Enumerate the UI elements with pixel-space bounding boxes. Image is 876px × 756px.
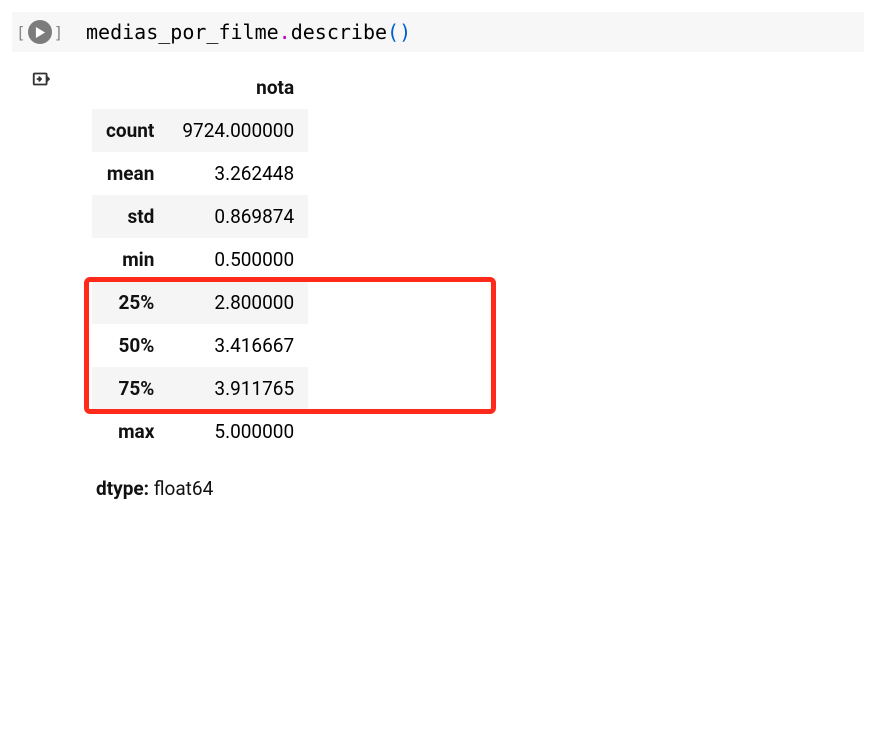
table-header-row: nota xyxy=(92,66,308,109)
row-label: count xyxy=(92,109,168,152)
notebook-cell: [ ] medias_por_filme.describe() xyxy=(12,12,864,500)
code-method: describe xyxy=(291,20,387,44)
code-identifier: medias_por_filme xyxy=(86,20,279,44)
row-value: 5.000000 xyxy=(168,410,308,453)
code-content[interactable]: medias_por_filme.describe() xyxy=(74,20,411,44)
table-row: 50% 3.416667 xyxy=(92,324,308,367)
cell-input-row: [ ] medias_por_filme.describe() xyxy=(12,12,864,52)
table-row: mean 3.262448 xyxy=(92,152,308,195)
code-dot: . xyxy=(279,20,291,44)
row-label: std xyxy=(92,195,168,238)
row-value: 3.416667 xyxy=(168,324,308,367)
dtype-value: float64 xyxy=(154,477,214,500)
bracket-open: [ xyxy=(16,23,26,42)
output-content: nota count 9724.000000 mean 3.262448 std… xyxy=(72,66,308,500)
row-label: 75% xyxy=(92,367,168,410)
row-value: 9724.000000 xyxy=(168,109,308,152)
row-value: 0.869874 xyxy=(168,195,308,238)
cell-output-area: nota count 9724.000000 mean 3.262448 std… xyxy=(12,52,864,500)
table-row: count 9724.000000 xyxy=(92,109,308,152)
row-value: 2.800000 xyxy=(168,281,308,324)
toggle-output-icon[interactable] xyxy=(31,68,53,90)
header-blank xyxy=(92,66,168,109)
table-row: 75% 3.911765 xyxy=(92,367,308,410)
code-paren-open: ( xyxy=(387,20,399,44)
run-cell-button[interactable] xyxy=(28,20,52,44)
row-label: mean xyxy=(92,152,168,195)
row-label: 50% xyxy=(92,324,168,367)
output-gutter xyxy=(12,66,72,500)
table-row: 25% 2.800000 xyxy=(92,281,308,324)
describe-table: nota count 9724.000000 mean 3.262448 std… xyxy=(92,66,308,453)
row-label: min xyxy=(92,238,168,281)
bracket-close: ] xyxy=(54,23,64,42)
header-nota: nota xyxy=(168,66,308,109)
dtype-label: dtype: xyxy=(96,477,149,500)
row-value: 3.911765 xyxy=(168,367,308,410)
table-row: max 5.000000 xyxy=(92,410,308,453)
cell-execution-indicator: [ ] xyxy=(16,20,68,44)
row-value: 3.262448 xyxy=(168,152,308,195)
code-paren-close: ) xyxy=(399,20,411,44)
row-label: 25% xyxy=(92,281,168,324)
table-row: std 0.869874 xyxy=(92,195,308,238)
row-value: 0.500000 xyxy=(168,238,308,281)
row-label: max xyxy=(92,410,168,453)
dtype-line: dtype: float64 xyxy=(92,477,308,500)
table-row: min 0.500000 xyxy=(92,238,308,281)
